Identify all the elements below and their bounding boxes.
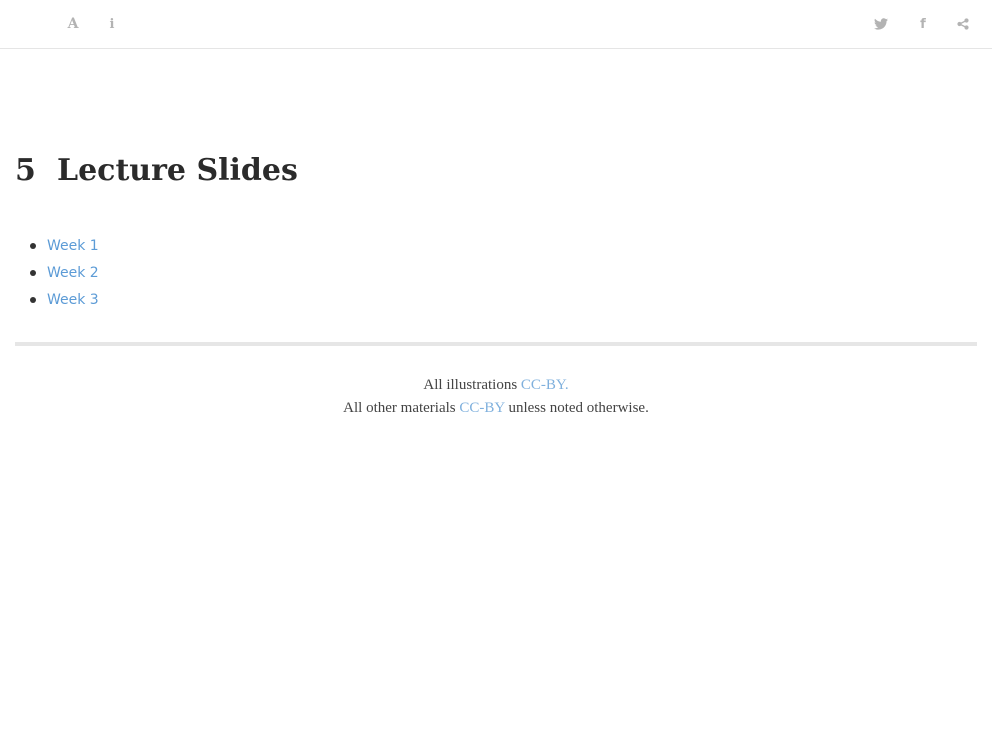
week-3-link[interactable]: Week 3 xyxy=(47,292,99,308)
week-2-link[interactable]: Week 2 xyxy=(47,265,99,281)
chapter-title: Lecture Slides xyxy=(57,153,298,188)
facebook-icon[interactable]: f xyxy=(913,14,933,34)
lecture-slides-list: Week 1 Week 2 Week 3 xyxy=(15,234,99,315)
list-item: Week 1 xyxy=(15,234,99,261)
materials-license-link[interactable]: CC-BY xyxy=(459,400,504,416)
illustrations-license-text: All illustrations xyxy=(423,377,521,393)
bullet-icon xyxy=(30,270,36,276)
bullet-icon xyxy=(30,297,36,303)
list-item: Week 2 xyxy=(15,261,99,288)
bullet-icon xyxy=(30,243,36,249)
info-icon[interactable]: i xyxy=(102,14,122,34)
font-settings-icon[interactable]: A xyxy=(63,14,83,34)
footer-divider xyxy=(15,342,977,346)
materials-license-line: All other materials CC-BY unless noted o… xyxy=(0,397,992,420)
share-icon-glyph xyxy=(957,18,969,30)
illustrations-license-link[interactable]: CC-BY. xyxy=(521,377,569,393)
materials-license-suffix: unless noted otherwise. xyxy=(504,400,649,416)
twitter-icon[interactable] xyxy=(871,14,891,34)
license-footer: All illustrations CC-BY. All other mater… xyxy=(0,374,992,420)
chapter-number: 5 xyxy=(15,153,36,188)
list-item: Week 3 xyxy=(15,288,99,315)
materials-license-text: All other materials xyxy=(343,400,460,416)
top-toolbar: A i f xyxy=(0,0,992,49)
twitter-icon-glyph xyxy=(874,18,888,30)
share-icon[interactable] xyxy=(953,14,973,34)
week-1-link[interactable]: Week 1 xyxy=(47,238,99,254)
illustrations-license-line: All illustrations CC-BY. xyxy=(0,374,992,397)
chapter-heading: 5 Lecture Slides xyxy=(15,153,298,188)
